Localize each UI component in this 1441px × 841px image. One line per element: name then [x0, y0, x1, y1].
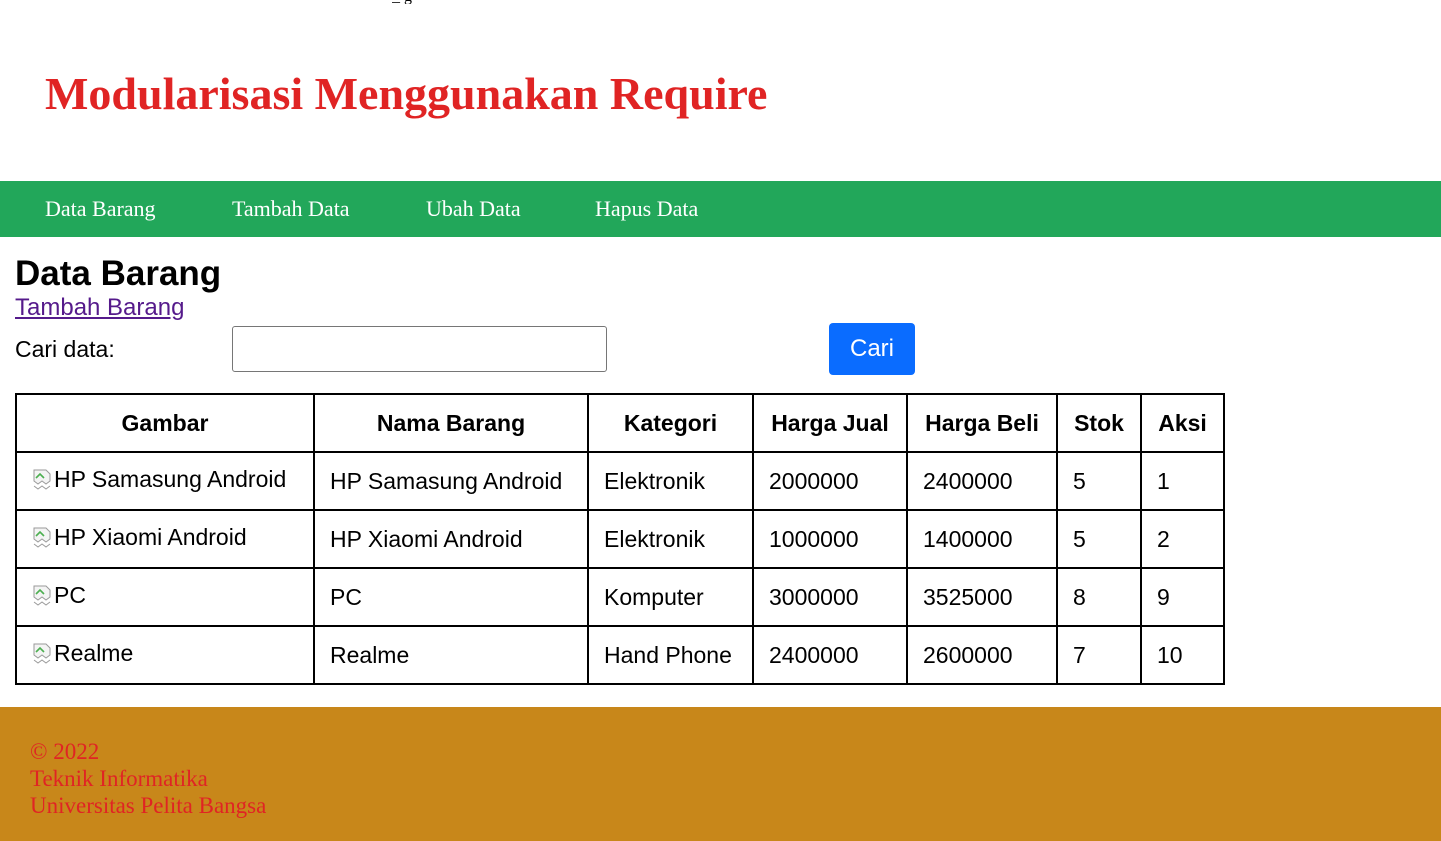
footer-department: Teknik Informatika: [30, 766, 208, 791]
item-action: 1: [1140, 451, 1225, 511]
items-table: Gambar Nama Barang Kategori Harga Jual H…: [15, 393, 1225, 685]
table-row: HP Xiaomi Android HP Xiaomi Android Elek…: [15, 509, 1225, 569]
broken-image-icon: [32, 642, 52, 664]
broken-image-icon: [32, 468, 52, 490]
table-row: HP Samasung Android HP Samasung Android …: [15, 451, 1225, 511]
item-category: Elektronik: [587, 451, 754, 511]
nav-item-hapus-data[interactable]: Hapus Data: [595, 181, 698, 237]
item-name: PC: [313, 567, 589, 627]
item-stock: 8: [1056, 567, 1142, 627]
item-buy-price: 2600000: [906, 625, 1058, 685]
item-stock: 7: [1056, 625, 1142, 685]
item-sell-price: 1000000: [752, 509, 908, 569]
footer-university: Universitas Pelita Bangsa: [30, 793, 267, 818]
image-alt-text: PC: [54, 581, 86, 608]
footer-copyright: © 2022: [30, 739, 100, 764]
item-name: HP Samasung Android: [313, 451, 589, 511]
column-header: Nama Barang: [313, 393, 589, 453]
section-heading: Data Barang: [15, 254, 222, 293]
column-header: Stok: [1056, 393, 1142, 453]
item-stock: 5: [1056, 509, 1142, 569]
search-button[interactable]: Cari: [829, 323, 915, 375]
nav-item-tambah-data[interactable]: Tambah Data: [232, 181, 350, 237]
column-header: Harga Beli: [906, 393, 1058, 453]
main-navbar: Data Barang Tambah Data Ubah Data Hapus …: [0, 181, 1441, 237]
search-input[interactable]: [232, 326, 607, 372]
column-header: Kategori: [587, 393, 754, 453]
table-row: Realme Realme Hand Phone 2400000 2600000…: [15, 625, 1225, 685]
broken-image-icon: [32, 526, 52, 548]
item-image-cell: PC: [15, 567, 315, 627]
table-header-row: Gambar Nama Barang Kategori Harga Jual H…: [15, 393, 1225, 453]
item-category: Hand Phone: [587, 625, 754, 685]
item-action: 2: [1140, 509, 1225, 569]
image-alt-text: HP Samasung Android: [54, 465, 287, 492]
add-item-link[interactable]: Tambah Barang: [15, 293, 184, 323]
item-sell-price: 2000000: [752, 451, 908, 511]
broken-image-icon: [32, 584, 52, 606]
column-header: Aksi: [1140, 393, 1225, 453]
item-buy-price: 2400000: [906, 451, 1058, 511]
page-footer: © 2022 Teknik Informatika Universitas Pe…: [0, 707, 1441, 841]
item-action: 10: [1140, 625, 1225, 685]
item-image-cell: HP Xiaomi Android: [15, 509, 315, 569]
item-name: HP Xiaomi Android: [313, 509, 589, 569]
clipped-text-fragment: _ g: [392, 0, 482, 4]
item-stock: 5: [1056, 451, 1142, 511]
image-alt-text: HP Xiaomi Android: [54, 523, 247, 550]
column-header: Harga Jual: [752, 393, 908, 453]
item-image-cell: HP Samasung Android: [15, 451, 315, 511]
nav-item-data-barang[interactable]: Data Barang: [45, 181, 156, 237]
item-sell-price: 3000000: [752, 567, 908, 627]
page-title: Modularisasi Menggunakan Require: [45, 68, 768, 119]
item-category: Elektronik: [587, 509, 754, 569]
item-image-cell: Realme: [15, 625, 315, 685]
item-buy-price: 1400000: [906, 509, 1058, 569]
item-action: 9: [1140, 567, 1225, 627]
table-row: PC PC Komputer 3000000 3525000 8 9: [15, 567, 1225, 627]
column-header: Gambar: [15, 393, 315, 453]
item-category: Komputer: [587, 567, 754, 627]
image-alt-text: Realme: [54, 639, 134, 666]
search-label: Cari data:: [15, 336, 115, 362]
item-buy-price: 3525000: [906, 567, 1058, 627]
item-sell-price: 2400000: [752, 625, 908, 685]
nav-item-ubah-data[interactable]: Ubah Data: [426, 181, 521, 237]
item-name: Realme: [313, 625, 589, 685]
